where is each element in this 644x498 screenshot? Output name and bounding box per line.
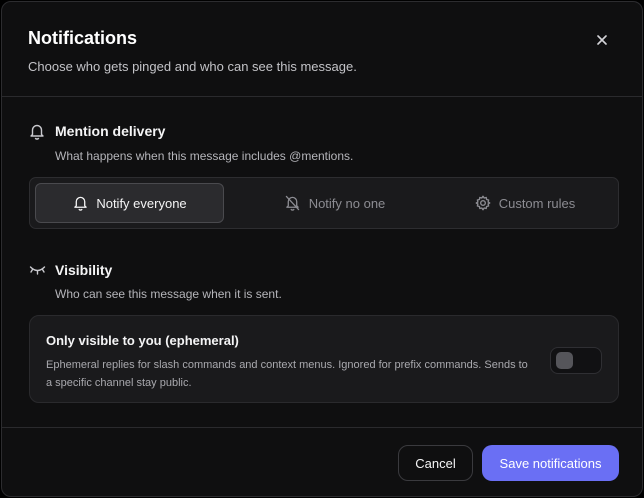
visibility-section-title: Visibility [55,262,113,278]
visibility-section-header: Visibility [28,261,112,279]
option-custom-rules[interactable]: Custom rules [435,183,615,223]
eye-closed-icon [28,261,46,279]
option-label: Custom rules [498,195,576,211]
bell-icon [72,195,88,211]
option-notify-no-one[interactable]: Notify no one [240,183,430,223]
mention-delivery-selector: Notify everyone Notify no one Custom rul… [29,177,619,229]
close-button[interactable] [593,31,611,49]
option-label: Notify no one [308,195,386,211]
visibility-section-description: Who can see this message when it is sent… [55,287,282,301]
gear-icon [475,195,491,211]
save-notifications-button[interactable]: Save notifications [482,445,619,481]
toggle-knob [556,352,573,369]
dialog-header: Notifications Choose who gets pinged and… [2,2,642,97]
mention-section-description: What happens when this message includes … [55,149,354,163]
bell-icon [28,122,46,140]
dialog-title: Notifications [28,28,138,48]
mention-section-title: Mention delivery [55,123,166,139]
ephemeral-option-card: Only visible to you (ephemeral) Ephemera… [29,315,619,403]
ephemeral-option-description: Ephemeral replies for slash commands and… [46,359,528,389]
ephemeral-toggle[interactable] [550,347,602,374]
ephemeral-option-title: Only visible to you (ephemeral) [46,333,239,348]
option-label: Notify everyone [96,195,187,211]
cancel-button[interactable]: Cancel [398,445,473,481]
mention-section-header: Mention delivery [28,122,165,140]
option-notify-everyone[interactable]: Notify everyone [35,183,224,223]
bell-off-icon [285,195,301,211]
notifications-dialog: Notifications Choose who gets pinged and… [1,1,643,497]
dialog-subtitle: Choose who gets pinged and who can see t… [28,59,357,74]
close-icon [597,35,607,45]
footer-divider [2,427,642,428]
